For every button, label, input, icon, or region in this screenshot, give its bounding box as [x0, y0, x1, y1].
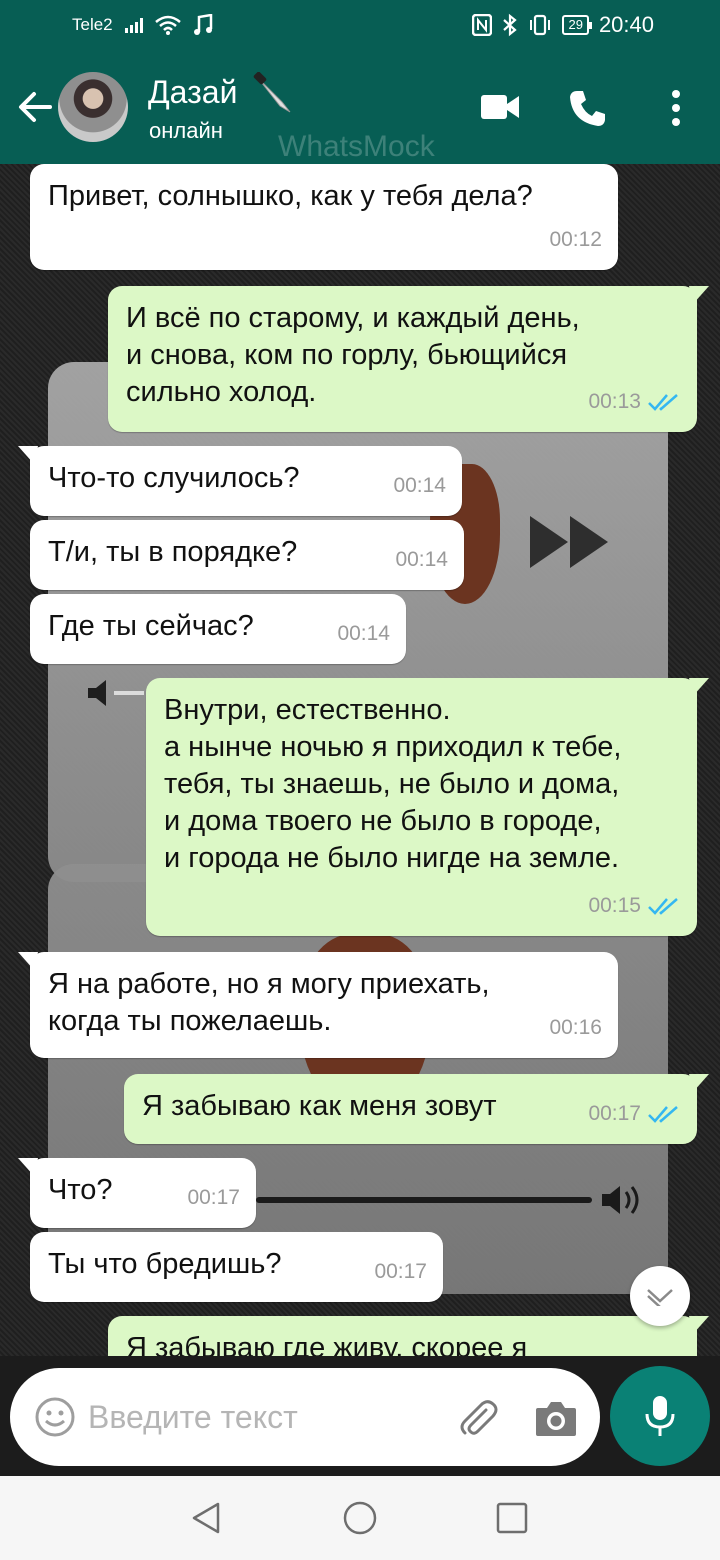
message-text: Привет, солнышко, как у тебя дела? [48, 180, 533, 212]
chevron-down-icon [647, 1289, 673, 1306]
bubble-tail [689, 1074, 709, 1092]
message-meta: 00:15 [588, 887, 681, 924]
message-incoming[interactable]: Ты что бредишь? 00:17 [30, 1232, 443, 1302]
signal-icon [124, 17, 143, 33]
message-time: 00:14 [337, 622, 390, 645]
double-check-icon [648, 897, 678, 915]
chat-header: Дазай онлайн WhatsMock [0, 54, 720, 164]
fast-forward-icon [530, 516, 608, 568]
bubble-tail [689, 286, 709, 304]
message-text: Что-то случилось? [48, 462, 300, 494]
message-time: 00:13 [588, 390, 641, 413]
message-meta: 00:17 [187, 1179, 240, 1216]
emoji-icon[interactable] [34, 1396, 76, 1438]
bubble-tail [18, 1158, 38, 1176]
contact-name[interactable]: Дазай [148, 74, 237, 111]
message-incoming[interactable]: Я на работе, но я могу приехать, когда т… [18, 952, 618, 1058]
bubble-tail [18, 446, 38, 464]
message-time: 00:15 [588, 894, 641, 917]
chat-area[interactable]: Привет, солнышко, как у тебя дела? 00:12… [0, 164, 720, 1356]
knife-icon [253, 72, 291, 113]
message-text: Я на работе, но я могу приехать, когда т… [48, 968, 490, 1037]
phone-icon[interactable] [568, 88, 608, 128]
vibrate-icon [530, 14, 551, 36]
bubble-tail [689, 678, 709, 696]
message-incoming[interactable]: Привет, солнышко, как у тебя дела? 00:12 [30, 164, 618, 270]
bluetooth-icon [503, 13, 518, 37]
message-text: Ты что бредишь? [48, 1248, 282, 1280]
message-text: Внутри, естественно. а нынче ночью я при… [164, 694, 622, 874]
system-nav-bar [0, 1476, 720, 1560]
message-incoming[interactable]: Где ты сейчас? 00:14 [30, 594, 406, 664]
message-time: 00:17 [187, 1186, 240, 1209]
status-right: 29 20:40 [472, 12, 654, 38]
watermark: WhatsMock [278, 130, 435, 163]
clock: 20:40 [598, 12, 654, 37]
battery-icon: 29 [562, 15, 593, 35]
message-time: 00:12 [549, 228, 602, 251]
more-vert-icon[interactable] [664, 88, 688, 128]
message-meta: 00:14 [393, 467, 446, 504]
message-meta: 00:14 [337, 615, 390, 652]
composer-field[interactable] [10, 1368, 600, 1466]
status-left: Tele2 [72, 14, 213, 36]
message-outgoing[interactable]: Я забываю как меня зовут 00:17 [124, 1074, 709, 1144]
music-icon [193, 14, 212, 35]
message-incoming[interactable]: Что-то случилось? 00:14 [18, 446, 462, 516]
video-call-icon[interactable] [480, 92, 520, 122]
bubble-tail [18, 952, 38, 970]
double-check-icon [648, 393, 678, 411]
scroll-to-bottom-button[interactable] [630, 1266, 690, 1326]
message-time: 00:16 [549, 1016, 602, 1039]
message-incoming[interactable]: Т/и, ты в порядке? 00:14 [30, 520, 464, 590]
message-meta: 00:13 [588, 383, 681, 420]
nav-home-icon[interactable] [342, 1500, 378, 1536]
paperclip-icon[interactable] [456, 1396, 500, 1440]
message-meta: 00:16 [549, 1009, 602, 1046]
message-incoming[interactable]: Что? 00:17 [18, 1158, 256, 1228]
message-meta: 00:17 [588, 1095, 681, 1132]
message-meta: 00:14 [395, 541, 448, 578]
wifi-icon [154, 15, 181, 35]
back-arrow-icon[interactable] [14, 86, 56, 128]
message-text: Я забываю где живу, скорее я [126, 1332, 528, 1356]
message-time: 00:14 [393, 474, 446, 497]
speaker-icon [88, 680, 144, 706]
mic-icon [645, 1396, 675, 1436]
nav-back-icon[interactable] [188, 1500, 224, 1536]
contact-status: онлайн [149, 118, 223, 143]
message-input[interactable] [88, 1392, 428, 1442]
carrier-label: Tele2 [72, 15, 113, 34]
message-text: Т/и, ты в порядке? [48, 536, 298, 568]
mic-button[interactable] [610, 1366, 710, 1466]
message-meta: 00:17 [374, 1253, 427, 1290]
volume-icon [256, 1186, 639, 1214]
message-outgoing[interactable]: Внутри, естественно. а нынче ночью я при… [146, 678, 709, 936]
avatar[interactable] [58, 72, 128, 142]
message-time: 00:17 [588, 1102, 641, 1125]
double-check-icon [648, 1105, 678, 1123]
message-time: 00:17 [374, 1260, 427, 1283]
nav-recent-icon[interactable] [496, 1502, 528, 1534]
message-outgoing[interactable]: И всё по старому, и каждый день, и снова… [108, 286, 709, 432]
message-outgoing[interactable]: Я забываю где живу, скорее я [108, 1316, 709, 1356]
camera-icon[interactable] [534, 1398, 578, 1438]
bubble-tail [689, 1316, 709, 1334]
composer [0, 1356, 720, 1476]
nfc-icon [472, 14, 493, 36]
status-bar: Tele2 29 20:40 [0, 0, 720, 54]
message-meta: 00:12 [549, 221, 602, 258]
message-time: 00:14 [395, 548, 448, 571]
